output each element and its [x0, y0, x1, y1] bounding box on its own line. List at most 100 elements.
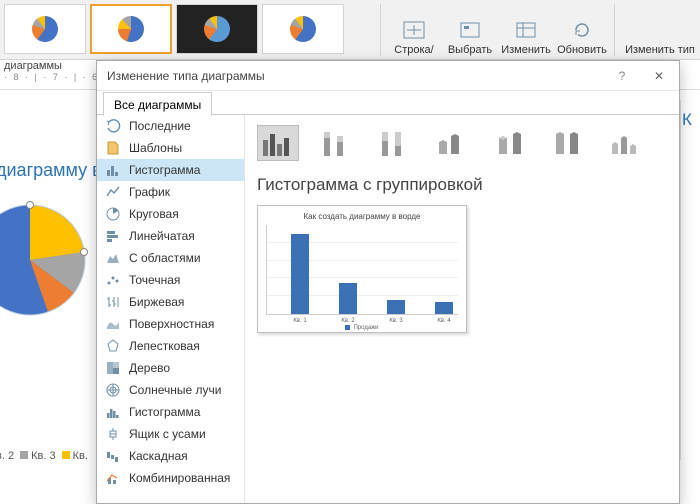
chart-category-label: Поверхностная: [129, 317, 214, 331]
preview-x-label: Кв. 4: [432, 318, 456, 324]
change-type-label: Изменить тип: [625, 44, 695, 56]
chart-category-stock[interactable]: Биржевая: [97, 291, 244, 313]
chart-style-4[interactable]: [262, 4, 344, 54]
chart-category-label: Ящик с усами: [129, 427, 206, 441]
chart-category-box[interactable]: Ящик с усами: [97, 423, 244, 445]
chart-preview[interactable]: Как создать диаграмму в ворде Кв. 1Кв. 2…: [257, 205, 467, 333]
chart-category-label: Гистограмма: [129, 405, 200, 419]
preview-bar: [435, 302, 453, 314]
subtype-3d-clustered[interactable]: [431, 125, 473, 161]
subtype-3d-column[interactable]: [605, 125, 647, 161]
preview-bar: [339, 283, 357, 314]
ribbon-data-group: Строка/ Выбрать Изменить Обновить: [386, 2, 610, 58]
refresh-icon: [570, 18, 594, 42]
side-heading-partial: К: [682, 110, 692, 130]
chart-category-label: Дерево: [129, 361, 170, 375]
line-icon: [105, 184, 121, 200]
subtype-100-stacked-column[interactable]: [373, 125, 415, 161]
subtype-3d-stacked[interactable]: [489, 125, 531, 161]
chart-category-area[interactable]: С областями: [97, 247, 244, 269]
chart-category-bar[interactable]: Линейчатая: [97, 225, 244, 247]
preview-chart-title: Как создать диаграмму в ворде: [266, 212, 458, 221]
dialog-title-text: Изменение типа диаграммы: [107, 69, 265, 83]
select-data-button[interactable]: Выбрать: [442, 2, 498, 58]
chart-category-label: График: [129, 185, 170, 199]
chart-category-radar[interactable]: Лепестковая: [97, 335, 244, 357]
chart-category-label: Точечная: [129, 273, 180, 287]
dialog-close-button[interactable]: ✕: [639, 61, 679, 91]
scatter-icon: [105, 272, 121, 288]
chart-category-list: Последние Шаблоны Гистограмма График Кругова…: [97, 115, 245, 503]
select-label: Выбрать: [448, 44, 492, 56]
chart-category-surface[interactable]: Поверхностная: [97, 313, 244, 335]
switch-label: Строка/: [394, 44, 433, 56]
chart-category-recent[interactable]: Последние: [97, 115, 244, 137]
chart-category-label: Круговая: [129, 207, 179, 221]
area-icon: [105, 250, 121, 266]
chart-category-templates[interactable]: Шаблоны: [97, 137, 244, 159]
change-chart-type-dialog: Изменение типа диаграммы ? ✕ Все диаграм…: [96, 60, 680, 504]
preview-x-label: Кв. 2: [336, 318, 360, 324]
chart-category-hist2[interactable]: Гистограмма: [97, 401, 244, 423]
chart-category-label: Шаблоны: [129, 141, 182, 155]
chart-style-1[interactable]: [4, 4, 86, 54]
waterfall-icon: [105, 448, 121, 464]
chart-style-3[interactable]: [176, 4, 258, 54]
dialog-titlebar: Изменение типа диаграммы ? ✕: [97, 61, 679, 91]
preview-x-label: Кв. 3: [384, 318, 408, 324]
chart-category-line[interactable]: График: [97, 181, 244, 203]
chart-category-label: Солнечные лучи: [129, 383, 221, 397]
side-pane-edge: [680, 100, 700, 460]
chart-style-2[interactable]: [90, 4, 172, 54]
chart-category-sunburst[interactable]: Солнечные лучи: [97, 379, 244, 401]
chart-style-gallery: [0, 4, 344, 56]
radar-icon: [105, 338, 121, 354]
preview-bar: [291, 234, 309, 314]
chart-category-label: С областями: [129, 251, 201, 265]
tab-all-charts[interactable]: Все диаграммы: [103, 92, 212, 116]
edit-data-button[interactable]: Изменить: [498, 2, 554, 58]
subtype-clustered-column[interactable]: [257, 125, 299, 161]
histogram-icon: [105, 162, 121, 178]
switch-icon: [402, 18, 426, 42]
sunburst-icon: [105, 382, 121, 398]
edit-label: Изменить: [501, 44, 551, 56]
chart-subtype-row: [257, 125, 667, 161]
surface-icon: [105, 316, 121, 332]
recent-icon: [105, 118, 121, 134]
subtype-3d-100-stacked[interactable]: [547, 125, 589, 161]
select-icon: [458, 18, 482, 42]
edit-icon: [514, 18, 538, 42]
chart-category-combo[interactable]: Комбинированная: [97, 467, 244, 489]
chart-category-label: Последние: [129, 119, 191, 133]
stock-icon: [105, 294, 121, 310]
chart-category-label: Каскадная: [129, 449, 188, 463]
switch-row-col-button[interactable]: Строка/: [386, 2, 442, 58]
doc-legend: в. 2Кв. 3Кв.: [0, 450, 88, 462]
tree-icon: [105, 360, 121, 376]
refresh-data-button[interactable]: Обновить: [554, 2, 610, 58]
chart-category-histogram[interactable]: Гистограмма: [97, 159, 244, 181]
ribbon: Строка/ Выбрать Изменить Обновить Измени…: [0, 0, 700, 60]
pie-icon: [105, 206, 121, 222]
chart-category-waterfall[interactable]: Каскадная: [97, 445, 244, 467]
hist2-icon: [105, 404, 121, 420]
chart-category-tree[interactable]: Дерево: [97, 357, 244, 379]
preview-legend: Продажи: [266, 325, 458, 331]
subtype-stacked-column[interactable]: [315, 125, 357, 161]
dialog-help-button[interactable]: ?: [611, 61, 633, 91]
refresh-label: Обновить: [557, 44, 607, 56]
change-chart-type-button[interactable]: Изменить тип: [622, 2, 698, 58]
bar-icon: [105, 228, 121, 244]
chart-category-scatter[interactable]: Точечная: [97, 269, 244, 291]
combo-icon: [105, 470, 121, 486]
chart-category-label: Биржевая: [129, 295, 184, 309]
preview-plot-area: Кв. 1Кв. 2Кв. 3Кв. 4: [266, 225, 458, 315]
box-icon: [105, 426, 121, 442]
dialog-tabstrip: Все диаграммы: [97, 91, 679, 115]
chart-category-pie[interactable]: Круговая: [97, 203, 244, 225]
templates-icon: [105, 140, 121, 156]
chart-category-label: Линейчатая: [129, 229, 195, 243]
doc-heading-partial: диаграмму в: [0, 160, 102, 181]
doc-pie-chart[interactable]: [0, 200, 90, 320]
